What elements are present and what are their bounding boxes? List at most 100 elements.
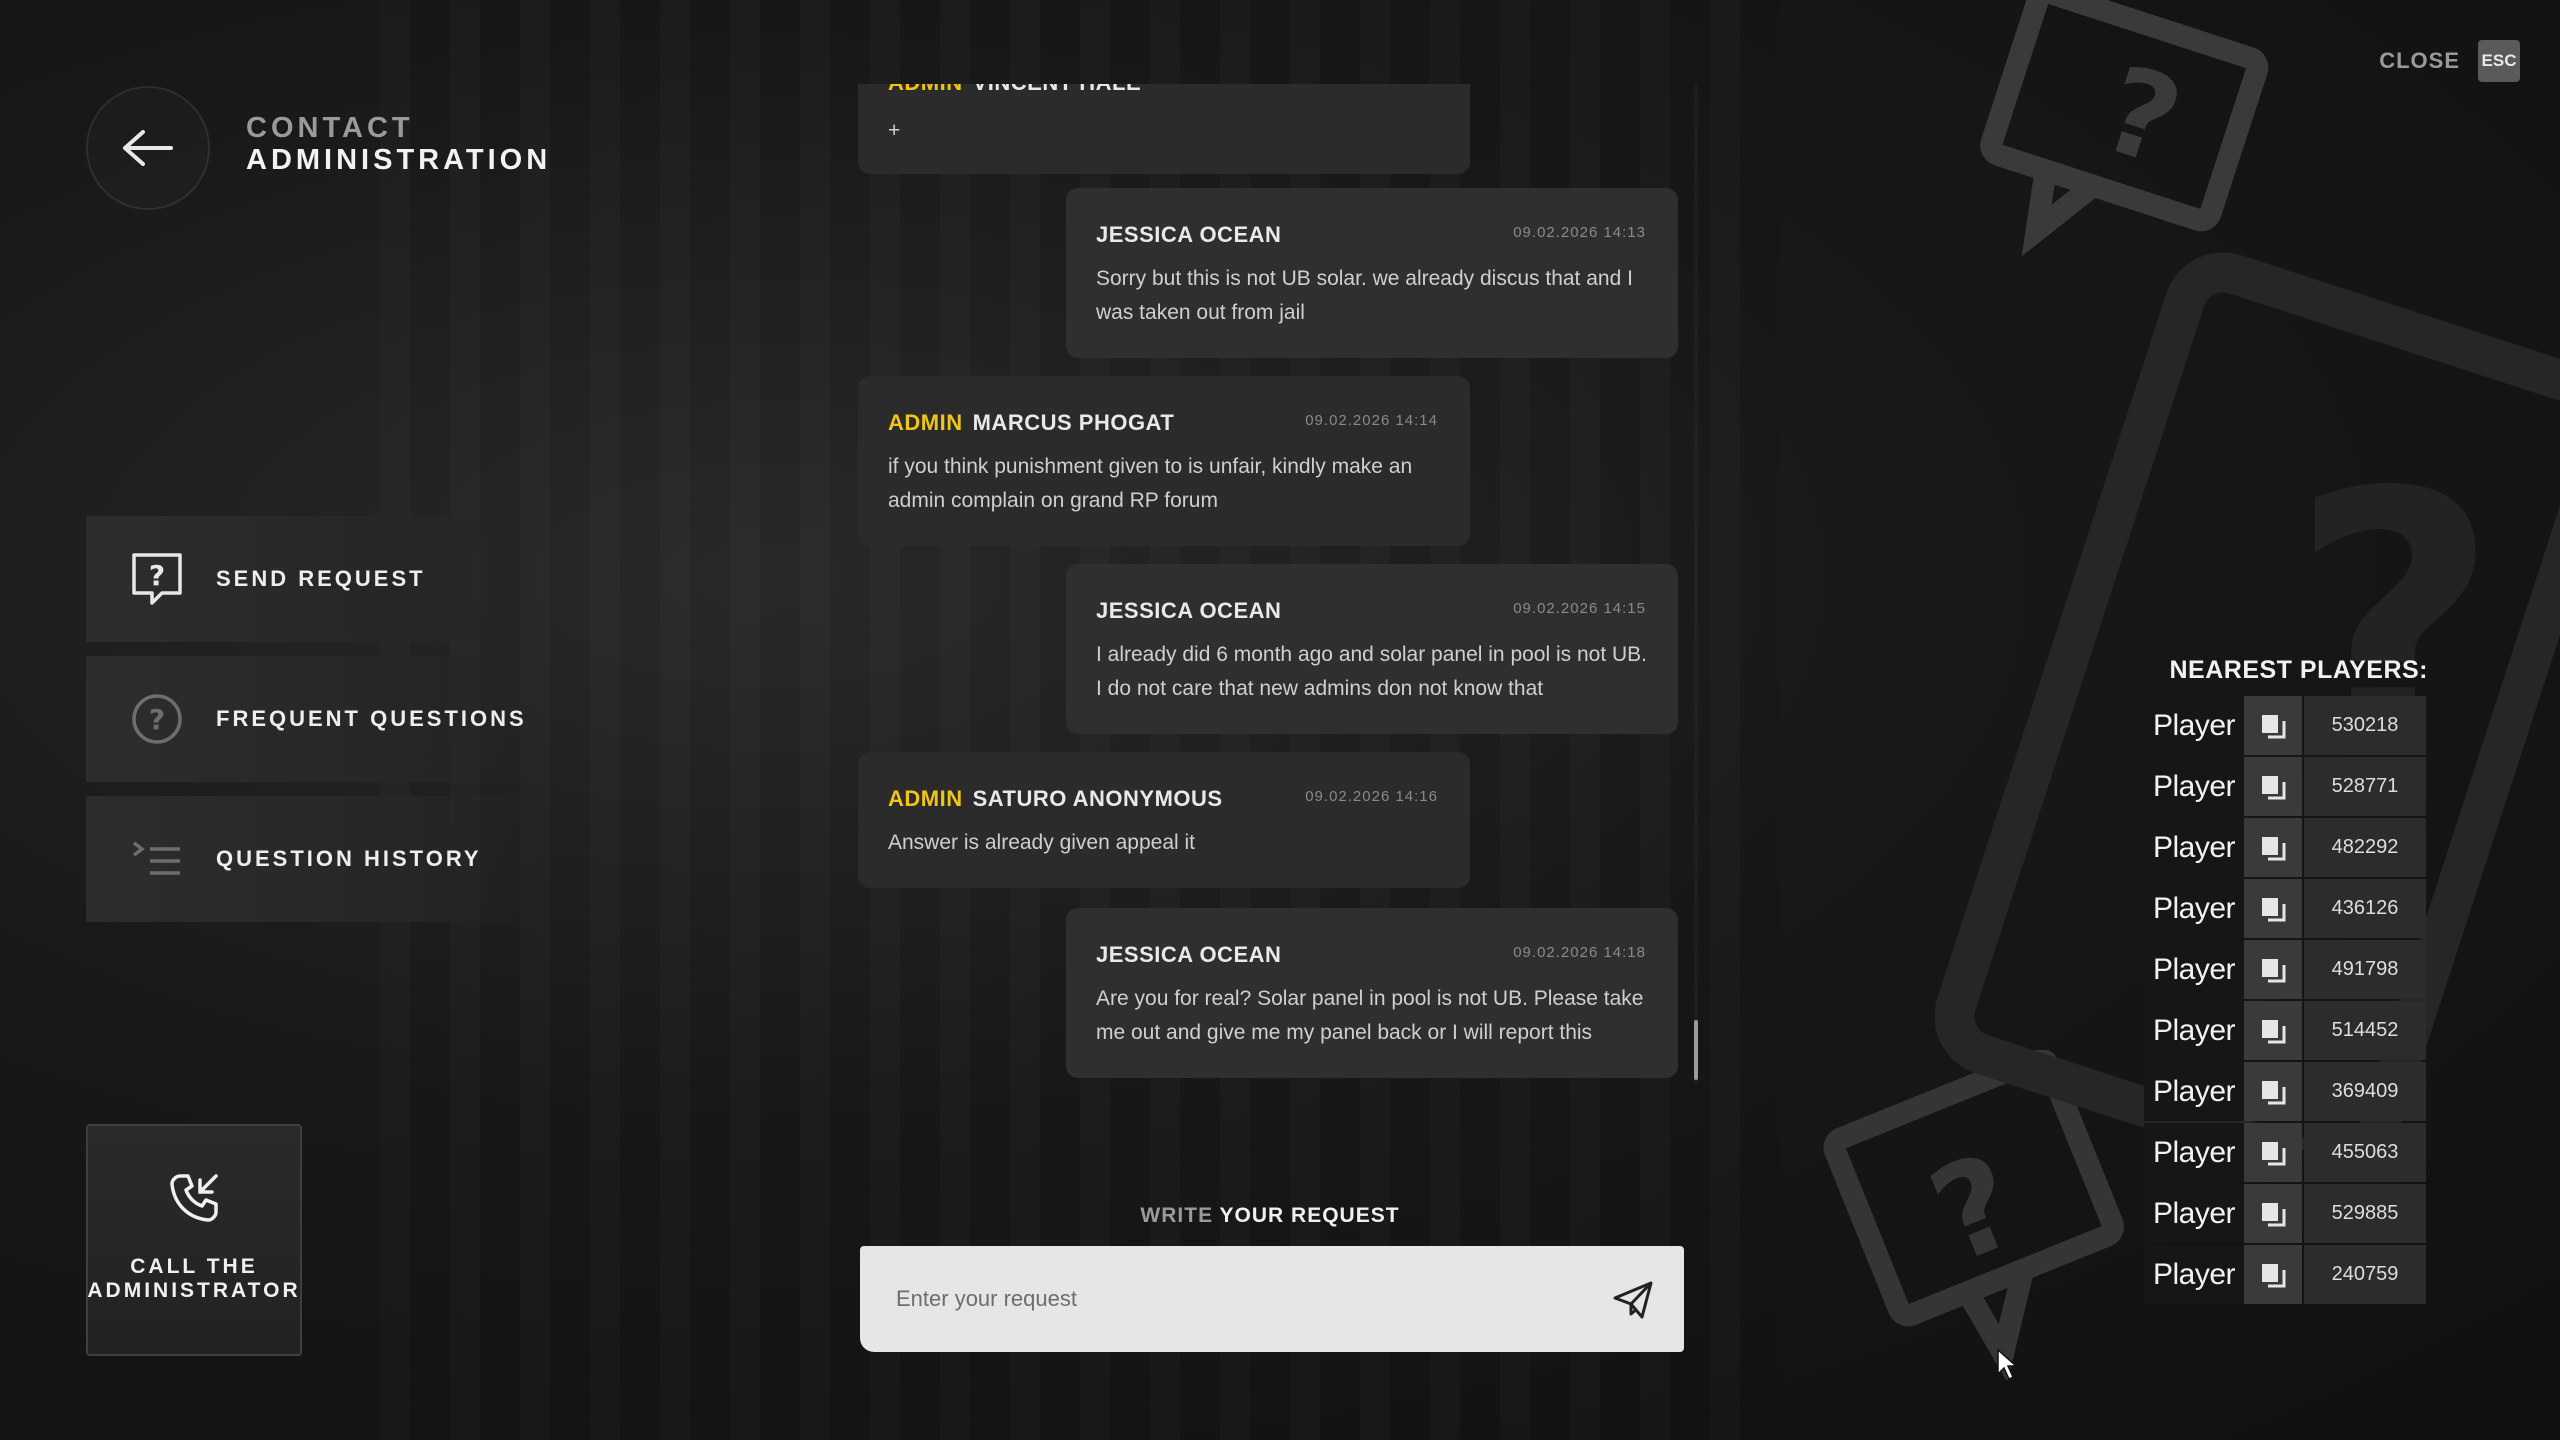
page-title-line2: ADMINISTRATION [246,144,552,176]
message-role: ADMIN [888,84,963,95]
copy-id-button[interactable] [2244,818,2302,877]
chat-scroll-thumb[interactable] [1694,1020,1698,1080]
chat-message: JESSICA OCEAN 09.02.2026 14:13 Sorry but… [1066,188,1678,358]
nearest-player-row: Player 529885 [2144,1184,2428,1243]
chat-message: JESSICA OCEAN 09.02.2026 14:18 Are you f… [1066,908,1678,1078]
message-time: 09.02.2026 14:18 [1513,944,1646,961]
player-name: Player [2144,1184,2244,1243]
copy-icon [2262,1263,2286,1287]
player-id: 240759 [2304,1245,2426,1304]
player-id: 369409 [2304,1062,2426,1121]
player-id: 436126 [2304,879,2426,938]
menu-send-request-label: SEND REQUEST [216,566,426,591]
player-name: Player [2144,818,2244,877]
request-input[interactable] [894,1285,1558,1313]
player-name: Player [2144,1245,2244,1304]
message-time: 09.02.2026 14:13 [1513,224,1646,241]
player-name: Player [2144,1123,2244,1182]
menu-question-history[interactable]: QUESTION HISTORY [86,796,546,922]
list-icon [128,830,186,888]
copy-id-button[interactable] [2244,879,2302,938]
player-name: Player [2144,757,2244,816]
menu-question-history-label: QUESTION HISTORY [216,846,482,871]
menu-send-request[interactable]: ? SEND REQUEST [86,516,546,642]
nearest-player-row: Player 528771 [2144,757,2428,816]
message-text: + [888,119,901,142]
close-control[interactable]: CLOSE ESC [2379,40,2520,82]
player-id: 530218 [2304,696,2426,755]
svg-text:?: ? [1911,1124,2038,1293]
nearest-player-row: Player 240759 [2144,1245,2428,1304]
chat-message: ADMIN VINCENT HALE + [858,84,1470,174]
chat-scroll-track[interactable] [1694,84,1698,1084]
send-button[interactable] [1612,1280,1654,1320]
message-author: JESSICA OCEAN [1096,222,1282,247]
menu-frequent-questions-label: FREQUENT QUESTIONS [216,706,527,731]
question-box-icon: ? [128,550,186,608]
player-id: 491798 [2304,940,2426,999]
nearest-player-row: Player 482292 [2144,818,2428,877]
svg-text:?: ? [149,703,165,736]
arrow-left-icon [123,130,173,166]
player-name: Player [2144,696,2244,755]
nearest-player-row: Player 455063 [2144,1123,2428,1182]
message-role: ADMIN [888,786,963,811]
nearest-player-row: Player 436126 [2144,879,2428,938]
nearest-player-row: Player 491798 [2144,940,2428,999]
menu-frequent-questions[interactable]: ? FREQUENT QUESTIONS [86,656,546,782]
copy-icon [2262,836,2286,860]
svg-text:?: ? [149,559,165,592]
chat-message: ADMIN SATURO ANONYMOUS 09.02.2026 14:16 A… [858,752,1470,888]
copy-id-button[interactable] [2244,1123,2302,1182]
message-author: JESSICA OCEAN [1096,942,1282,967]
message-author: SATURO ANONYMOUS [972,786,1223,811]
message-header: ADMIN SATURO ANONYMOUS [888,786,1223,812]
nearest-player-row: Player 369409 [2144,1062,2428,1121]
mouse-cursor-icon [1997,1348,2018,1381]
message-header: ADMIN MARCUS PHOGAT [888,410,1174,436]
player-id: 528771 [2304,757,2426,816]
copy-id-button[interactable] [2244,1245,2302,1304]
paper-plane-icon [1613,1281,1653,1319]
player-name: Player [2144,879,2244,938]
svg-text:?: ? [2087,40,2196,194]
message-role: ADMIN [888,410,963,435]
player-name: Player [2144,1001,2244,1060]
message-header: ADMIN VINCENT HALE [888,84,1141,96]
copy-icon [2262,897,2286,921]
copy-id-button[interactable] [2244,1184,2302,1243]
request-input-box[interactable] [860,1246,1684,1352]
copy-id-button[interactable] [2244,757,2302,816]
copy-id-button[interactable] [2244,1062,2302,1121]
nearest-players-title: NEAREST PLAYERS: [2169,656,2428,684]
message-author: MARCUS PHOGAT [972,410,1175,435]
message-text: I already did 6 month ago and solar pane… [1096,643,1648,700]
copy-id-button[interactable] [2244,1001,2302,1060]
copy-id-button[interactable] [2244,940,2302,999]
chat-message: ADMIN MARCUS PHOGAT 09.02.2026 14:14 if y… [858,376,1470,546]
copy-id-button[interactable] [2244,696,2302,755]
message-time: 09.02.2026 14:15 [1513,600,1646,617]
composer-label-bright: YOUR REQUEST [1219,1204,1400,1227]
player-id: 514452 [2304,1001,2426,1060]
message-text: if you think punishment given to is unfa… [888,455,1413,512]
page-title-line1: CONTACT [246,112,414,144]
phone-incoming-icon [166,1170,222,1231]
message-text: Are you for real? Solar panel in pool is… [1096,987,1644,1044]
copy-icon [2262,1019,2286,1043]
call-administrator-label: CALL THE ADMINISTRATOR [87,1255,300,1303]
nearest-player-row: Player 530218 [2144,696,2428,755]
copy-icon [2262,775,2286,799]
call-label-line2: ADMINISTRATOR [87,1279,301,1302]
esc-key-badge[interactable]: ESC [2478,40,2520,82]
chat-messages[interactable]: ADMIN VINCENT HALE + JESSICA OCEAN 09.02.… [856,84,1686,1084]
call-administrator-button[interactable]: CALL THE ADMINISTRATOR [86,1124,302,1356]
close-label[interactable]: CLOSE [2379,48,2460,74]
back-button[interactable] [86,86,210,210]
message-author: VINCENT HALE [973,84,1142,95]
bg-question-bubble-icon: ? [1980,0,2269,257]
copy-icon [2262,1080,2286,1104]
copy-icon [2262,958,2286,982]
message-text: Sorry but this is not UB solar. we alrea… [1096,267,1633,324]
chat-message: JESSICA OCEAN 09.02.2026 14:15 I already… [1066,564,1678,734]
